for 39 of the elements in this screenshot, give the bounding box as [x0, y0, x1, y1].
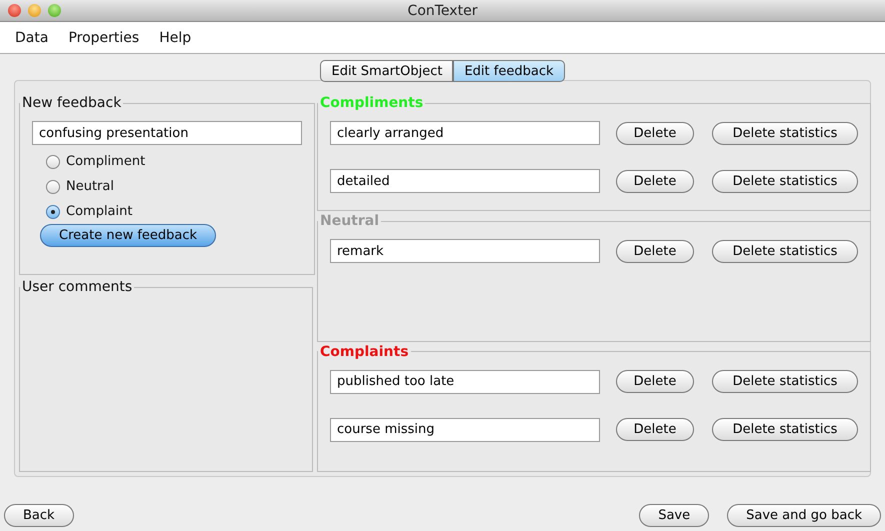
menu-item[interactable]: Data — [15, 30, 48, 46]
radio-button[interactable] — [46, 204, 60, 218]
tab[interactable]: Edit SmartObject — [320, 60, 454, 82]
feedback-input[interactable]: confusing presentation — [32, 121, 302, 145]
radio-button[interactable] — [46, 180, 60, 194]
delete-statistics-button[interactable]: Delete statistics — [712, 418, 858, 441]
back-button[interactable]: Back — [4, 504, 74, 527]
group-title: User comments — [21, 279, 134, 295]
delete-button[interactable]: Delete — [616, 122, 694, 144]
group-title: Complaints — [319, 344, 410, 360]
radio-button[interactable] — [46, 154, 60, 168]
group-title: Neutral — [319, 213, 380, 229]
create-feedback-button[interactable]: Create new feedback — [40, 224, 216, 247]
tab[interactable]: Edit feedback — [453, 60, 564, 82]
delete-button[interactable]: Delete — [616, 370, 694, 393]
delete-statistics-button[interactable]: Delete statistics — [712, 240, 858, 262]
radio-label: Complaint — [66, 204, 132, 219]
save-button[interactable]: Save — [639, 504, 710, 527]
feedback-input[interactable]: clearly arranged — [330, 121, 600, 145]
feedback-input[interactable]: remark — [330, 239, 600, 263]
window-title: ConTexter — [408, 2, 478, 18]
menu-item[interactable]: Help — [159, 30, 192, 46]
feedback-input[interactable]: detailed — [330, 169, 600, 193]
feedback-input[interactable]: published too late — [330, 370, 600, 394]
delete-button[interactable]: Delete — [616, 418, 694, 441]
menu-item[interactable]: Properties — [68, 30, 140, 46]
save-and-go-back-button[interactable]: Save and go back — [727, 504, 881, 527]
delete-statistics-button[interactable]: Delete statistics — [712, 170, 858, 192]
radio-label: Compliment — [66, 154, 146, 169]
group-title: Compliments — [319, 95, 424, 111]
group-title: New feedback — [21, 95, 122, 111]
radio-label: Neutral — [66, 179, 114, 194]
feedback-input[interactable]: course missing — [330, 418, 600, 442]
delete-button[interactable]: Delete — [616, 170, 694, 192]
close-button[interactable] — [8, 4, 21, 17]
zoom-button[interactable] — [48, 4, 61, 17]
delete-button[interactable]: Delete — [616, 240, 694, 262]
delete-statistics-button[interactable]: Delete statistics — [712, 370, 858, 393]
delete-statistics-button[interactable]: Delete statistics — [712, 122, 858, 144]
